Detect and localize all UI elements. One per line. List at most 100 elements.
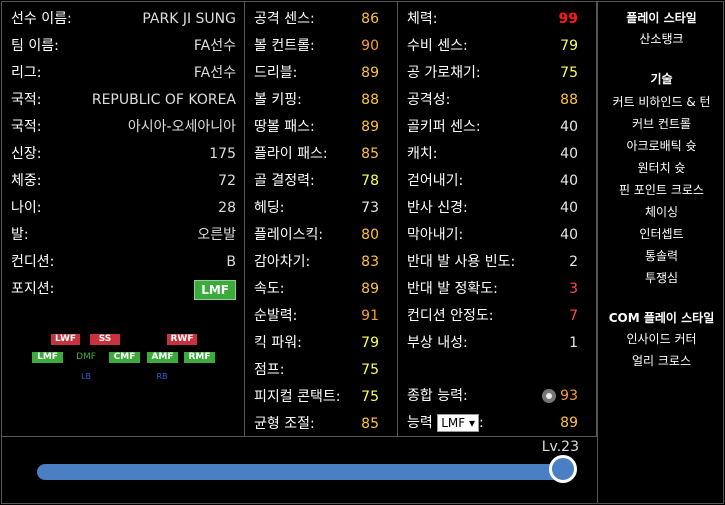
skill-item: 인터셉트 (639, 227, 684, 241)
profile-row-foot: 발: 오른발 (11, 227, 236, 243)
stat-label: 부상 내성: (407, 335, 468, 351)
stat-value: 7 (569, 308, 578, 324)
stat-label: 점프: (254, 362, 285, 378)
ability-value: 89 (560, 415, 578, 431)
stat-value: 40 (560, 146, 578, 162)
stat-label: 볼 컨트롤: (254, 38, 315, 54)
skill-item: 투쟁심 (644, 271, 679, 285)
stat-label: 순발력: (254, 308, 298, 324)
level-slider-track[interactable] (37, 464, 567, 480)
pos-lwf: LWF (51, 334, 80, 345)
stat-value: 3 (569, 281, 578, 297)
stat-label: 막아내기: (407, 227, 464, 243)
stat-label: 볼 키핑: (254, 92, 302, 108)
stat-value: 88 (560, 92, 578, 108)
skill-item: 아크로배틱 슛 (626, 139, 697, 153)
stat-row: 막아내기: 40 (398, 222, 596, 249)
stat-label: 걷어내기: (407, 173, 464, 189)
stat-row: 속도: 89 (245, 276, 397, 303)
stats-column-1: 공격 센스: 86 볼 컨트롤: 90 드리블: 89 볼 키핑: 88 땅볼 패스: 89 플라이… (244, 1, 398, 437)
stat-row: 반사 신경: 40 (398, 195, 596, 222)
stat-value: 85 (361, 146, 379, 162)
stat-value: 1 (569, 335, 578, 351)
overall-label: 종합 능력: (407, 388, 468, 404)
stat-row: 공 가로채기: 75 (398, 60, 596, 87)
level-slider-handle[interactable] (549, 455, 577, 483)
stat-row: 드리블: 89 (245, 60, 397, 87)
stat-label: 공격 센스: (254, 11, 315, 27)
pos-lmf: LMF (32, 352, 63, 363)
profile-row-height: 신장: 175 (11, 146, 236, 162)
stat-label: 플라이 패스: (254, 146, 328, 162)
stat-value: 86 (361, 11, 379, 27)
overall-value: 93 (560, 388, 578, 404)
stat-label: 킥 파워: (254, 335, 302, 351)
stat-label: 체력: (407, 11, 438, 27)
pos-rwf: RWF (167, 334, 197, 345)
stat-value: 89 (361, 65, 379, 81)
pos-lb: LB (81, 372, 91, 381)
stat-label: 속도: (254, 281, 285, 297)
stat-value: 88 (361, 92, 379, 108)
stat-value: 83 (361, 254, 379, 270)
stat-row: 플레이스킥: 80 (245, 222, 397, 249)
stats-column-2: 체력: 99 수비 센스: 79 공 가로채기: 75 공격성: 88 골키퍼 센스: 40 캐치:… (397, 1, 597, 437)
stat-row: 반대 발 정확도: 3 (398, 276, 596, 303)
pos-dmf: DMF (76, 352, 96, 362)
stat-value: 89 (361, 119, 379, 135)
overall-row: 종합 능력: 93 (398, 383, 596, 410)
stat-label: 반대 발 사용 빈도: (407, 254, 516, 270)
stat-label: 땅볼 패스: (254, 119, 315, 135)
level-panel: Lv.23 (1, 436, 598, 504)
stat-label: 플레이스킥: (254, 227, 324, 243)
stat-value: 75 (560, 65, 578, 81)
stat-row: 점프: 75 (245, 357, 397, 384)
pos-rb: RB (156, 372, 168, 381)
stat-row: 골 결정력: 78 (245, 168, 397, 195)
level-label: Lv.23 (541, 439, 579, 455)
dropdown-arrow-icon: ▾ (469, 416, 476, 430)
stat-label: 피지컬 콘택트: (254, 389, 341, 405)
stat-row: 수비 센스: 79 (398, 33, 596, 60)
stat-label: 반대 발 정확도: (407, 281, 498, 297)
stat-row: 땅볼 패스: 89 (245, 114, 397, 141)
stat-row: 부상 내성: 1 (398, 330, 596, 357)
stat-value: 40 (560, 227, 578, 243)
stat-value: 2 (569, 254, 578, 270)
profile-panel: 선수 이름: PARK JI SUNG 팀 이름: FA선수 리그: FA선수 국적:… (1, 1, 245, 437)
stat-row: 캐치: 40 (398, 141, 596, 168)
stat-row: 체력: 99 (398, 6, 596, 33)
stat-value: 40 (560, 200, 578, 216)
condition-grade: B (226, 254, 236, 270)
stat-value: 91 (361, 308, 379, 324)
stat-value: 79 (361, 335, 379, 351)
stat-value: 75 (361, 389, 379, 405)
com-style-title: COM 플레이 스타일 (608, 311, 715, 325)
profile-row-nationality: 국적: REPUBLIC OF KOREA (11, 92, 236, 108)
stat-value: 89 (361, 281, 379, 297)
ability-label: 능력 (407, 415, 433, 431)
skills-title: 기술 (650, 72, 673, 86)
stat-label: 반사 신경: (407, 200, 468, 216)
com-style-item: 얼리 크로스 (631, 354, 691, 368)
stat-row: 반대 발 사용 빈도: 2 (398, 249, 596, 276)
play-style-value: 산소탱크 (639, 32, 684, 46)
skill-item: 커트 비하인드 & 턴 (612, 95, 711, 109)
overall-emblem-icon (541, 389, 556, 403)
pos-ss: SS (90, 334, 120, 345)
play-style-title: 플레이 스타일 (626, 11, 697, 25)
stat-value: 79 (560, 38, 578, 54)
pos-rmf: RMF (184, 352, 215, 363)
profile-row-league: 리그: FA선수 (11, 65, 236, 81)
profile-row-age: 나이: 28 (11, 200, 236, 216)
profile-row-position: 포지션: LMF (2, 276, 244, 303)
stat-value: 40 (560, 119, 578, 135)
position-select[interactable]: LMF ▾ (437, 414, 480, 432)
stat-row: 균형 조절: 85 (245, 411, 397, 438)
stat-row: 볼 컨트롤: 90 (245, 33, 397, 60)
profile-row-condition: 컨디션: B (2, 249, 244, 276)
stat-row: 순발력: 91 (245, 303, 397, 330)
stat-value: 73 (361, 200, 379, 216)
stat-label: 컨디션 안정도: (407, 308, 494, 324)
pos-amf: AMF (147, 352, 178, 363)
